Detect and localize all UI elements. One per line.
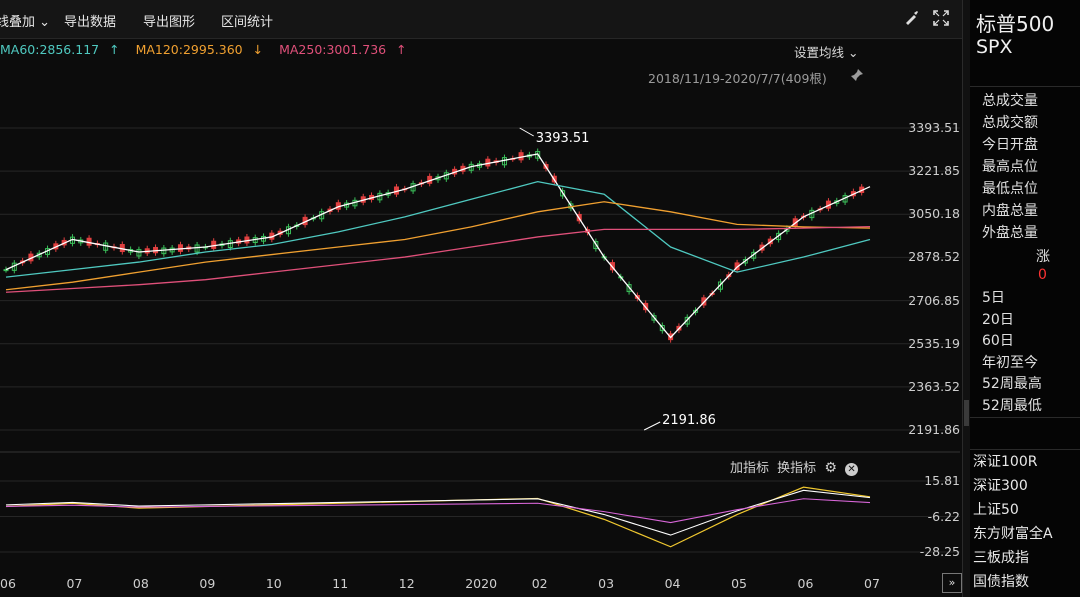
change-label: 涨 <box>1036 249 1050 265</box>
time-tick: 09 <box>199 576 216 591</box>
period-label: 5日 <box>982 290 1005 306</box>
candle-body <box>177 244 183 252</box>
time-tick: 06 <box>797 576 814 591</box>
pin-icon[interactable] <box>850 68 864 82</box>
stat-label: 外盘总量 <box>982 225 1038 241</box>
toolbar: 线叠加 ⌄ 导出数据 导出图形 区间统计 <box>0 0 965 39</box>
sub-tick: -28.25 <box>919 544 960 559</box>
period-label: 20日 <box>982 311 1014 328</box>
time-tick: 03 <box>598 576 615 591</box>
expand-icon[interactable]: » <box>942 573 962 593</box>
date-range-label: 2018/11/19-2020/7/7(409根) <box>648 71 827 86</box>
sub-tick: -6.22 <box>927 508 960 524</box>
divider <box>970 86 1080 87</box>
index-link[interactable]: 深证100R <box>973 451 1037 471</box>
fullscreen-icon[interactable] <box>932 9 950 27</box>
divider <box>970 417 1080 418</box>
price-tick: 2191.86 <box>908 422 960 437</box>
candle-body <box>3 269 9 272</box>
price-tick: 3050.18 <box>908 206 960 222</box>
stat-label: 今日开盘 <box>982 137 1038 153</box>
index-link[interactable]: 东方财富全A <box>973 523 1053 543</box>
series-line-MA250 <box>5 225 871 293</box>
stat-label: 内盘总量 <box>982 203 1038 219</box>
ma120-label: MA120:2995.360 ↓ <box>135 42 264 57</box>
export-chart-button[interactable]: 导出图形 <box>143 11 195 30</box>
close-icon[interactable]: ✕ <box>845 463 859 476</box>
stat-label: 最低点位 <box>982 181 1038 197</box>
index-code: SPX <box>976 36 1013 58</box>
stat-label: 最高点位 <box>982 159 1038 175</box>
series-line-MA120 <box>5 201 871 291</box>
price-tick: 2535.19 <box>908 335 960 351</box>
index-name: 标普500 <box>976 12 1055 36</box>
set-ma-button[interactable]: 设置均线 ⌄ <box>794 42 858 61</box>
index-link[interactable]: 深证300 <box>973 475 1028 495</box>
price-tick: 2706.85 <box>908 292 960 308</box>
time-tick: 07 <box>864 576 880 591</box>
export-data-button[interactable]: 导出数据 <box>64 11 116 30</box>
period-label: 52周最高 <box>982 376 1042 392</box>
price-tick: 3393.51 <box>908 120 960 135</box>
ma250-label: MA250:3001.736 ↑ <box>279 42 407 57</box>
stat-label: 总成交量 <box>982 93 1038 109</box>
price-tick: 2878.52 <box>908 249 960 265</box>
time-tick: 07 <box>66 576 83 591</box>
sub-tick: 15.81 <box>924 473 960 488</box>
add-indicator-button[interactable]: 加指标 <box>730 461 769 476</box>
time-tick: 06 <box>0 576 16 591</box>
gear-icon[interactable]: ⚙ <box>824 460 837 476</box>
price-tick: 3221.85 <box>908 163 960 179</box>
time-tick: 2020 <box>465 576 498 591</box>
price-tick: 2363.52 <box>908 378 960 394</box>
ma-legend: MA60:2856.117 ↑ MA120:2995.360 ↓ MA250:3… <box>0 42 419 57</box>
period-label: 60日 <box>982 333 1014 349</box>
period-label: 52周最低 <box>982 397 1042 414</box>
time-tick: 02 <box>531 576 548 591</box>
candle-body <box>211 240 217 249</box>
time-tick: 10 <box>265 576 282 591</box>
time-tick: 12 <box>398 576 415 591</box>
time-tick: 04 <box>664 576 681 591</box>
low-marker <box>643 421 661 431</box>
time-tick: 11 <box>332 576 349 591</box>
index-link[interactable]: 上证50 <box>973 499 1019 519</box>
time-tick: 05 <box>731 576 747 591</box>
low-annotation: 2191.86 <box>662 413 716 428</box>
index-link[interactable]: 国债指数 <box>973 571 1029 591</box>
overlay-menu[interactable]: 线叠加 ⌄ <box>0 11 50 30</box>
divider <box>970 449 1080 450</box>
high-annotation: 3393.51 <box>536 131 590 146</box>
price-chart[interactable]: 3393.51 2191.86 <box>0 90 960 580</box>
switch-indicator-button[interactable]: 换指标 <box>777 461 816 476</box>
sub-chart-tools: 加指标 换指标 ⚙ ✕ <box>730 457 862 476</box>
change-value: 0 <box>1038 267 1047 283</box>
brush-icon[interactable] <box>902 9 920 27</box>
scrollbar-thumb[interactable] <box>964 400 969 426</box>
period-label: 年初至今 <box>982 354 1038 371</box>
chevron-down-icon: ⌄ <box>35 15 51 30</box>
stat-label: 总成交额 <box>982 115 1038 131</box>
index-link[interactable]: 三板成指 <box>973 547 1029 567</box>
ma60-label: MA60:2856.117 ↑ <box>0 42 120 57</box>
high-marker <box>519 127 534 137</box>
sub-line-magenta <box>5 498 871 524</box>
time-tick: 08 <box>132 576 149 591</box>
range-stats-button[interactable]: 区间统计 <box>221 11 273 30</box>
chevron-down-icon: ⌄ <box>844 45 859 60</box>
